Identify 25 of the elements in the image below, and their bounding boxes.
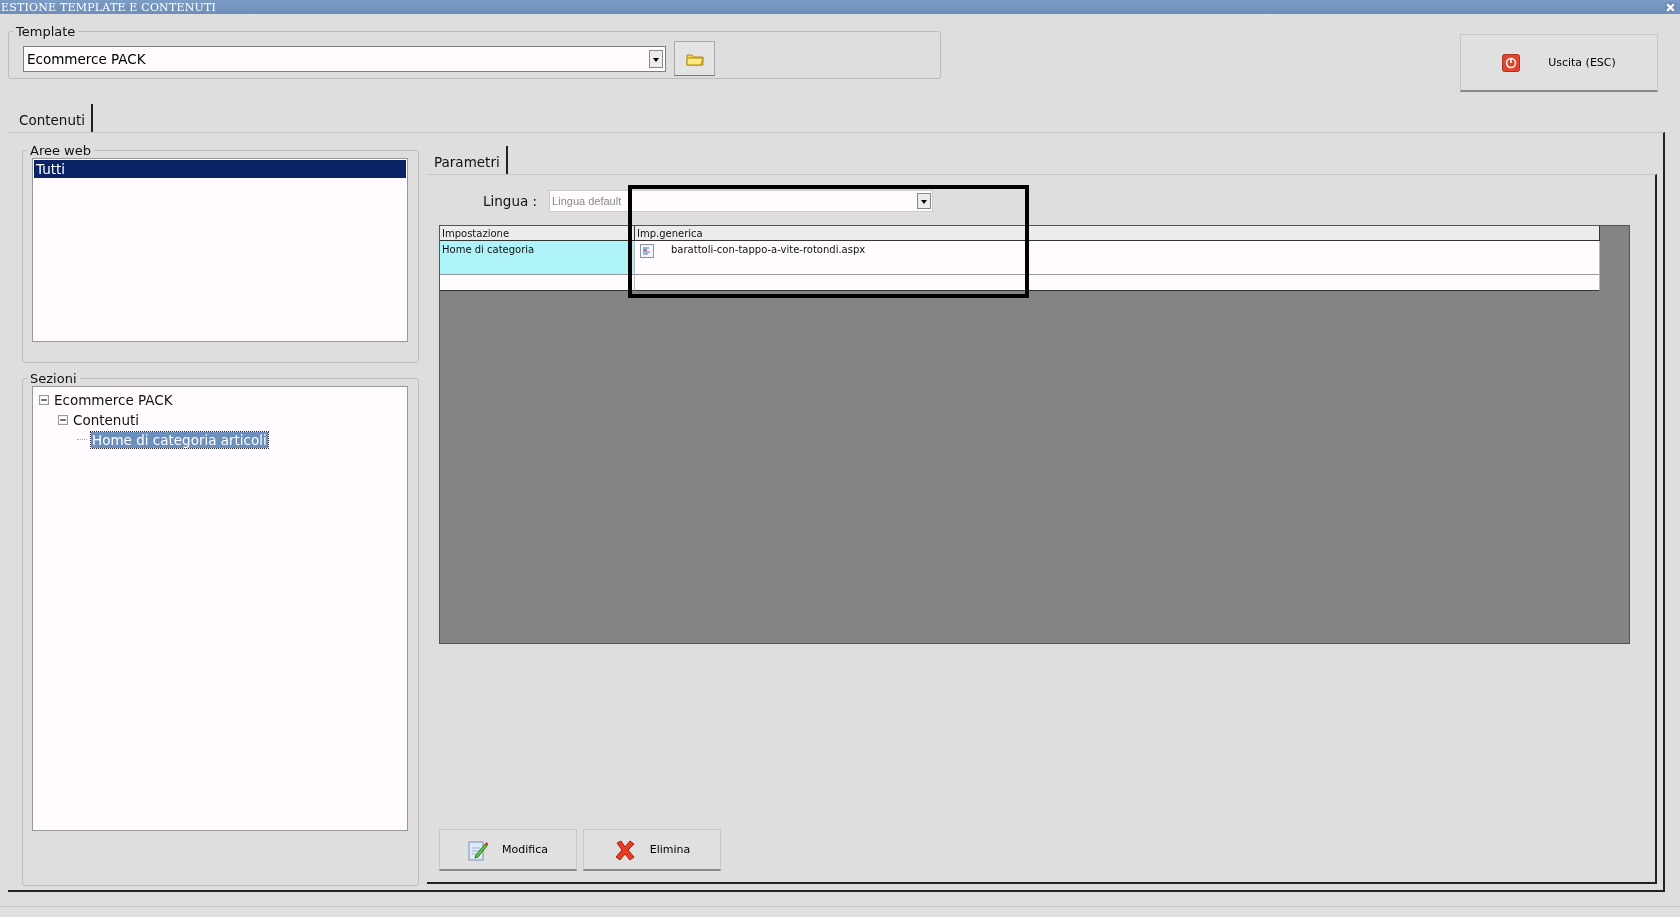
collapse-icon[interactable] xyxy=(39,395,49,405)
group-title: Sezioni xyxy=(29,371,78,386)
column-header[interactable]: Impostazione xyxy=(440,226,635,241)
table-cell: Home di categoria xyxy=(440,241,635,275)
delete-button[interactable]: Elimina xyxy=(583,829,721,871)
column-header[interactable]: Imp.generica xyxy=(635,226,1600,241)
edit-button[interactable]: Modifica xyxy=(439,829,577,871)
cross-icon xyxy=(613,838,636,861)
lingua-label: Lingua : xyxy=(483,193,538,209)
template-dropdown[interactable]: Ecommerce PACK xyxy=(23,45,666,72)
collapse-icon[interactable] xyxy=(58,415,68,425)
group-title: Template xyxy=(15,24,77,39)
tree-item[interactable]: Contenuti xyxy=(72,412,140,428)
document-icon xyxy=(640,244,654,258)
folder-button[interactable] xyxy=(674,41,715,76)
power-icon xyxy=(1502,53,1521,72)
edit-document-icon xyxy=(468,838,488,861)
window-title: ESTIONE TEMPLATE E CONTENUTI xyxy=(1,0,217,14)
tree-item[interactable]: Ecommerce PACK xyxy=(53,392,174,408)
close-icon[interactable] xyxy=(1665,1,1676,13)
exit-button[interactable]: Uscita (ESC) xyxy=(1460,34,1658,92)
table-cell: barattoli-con-tappo-a-vite-rotondi.aspx xyxy=(635,241,1600,275)
group-title: Aree web xyxy=(29,143,92,158)
folder-icon xyxy=(685,51,704,66)
list-item[interactable]: Tutti xyxy=(34,160,406,178)
